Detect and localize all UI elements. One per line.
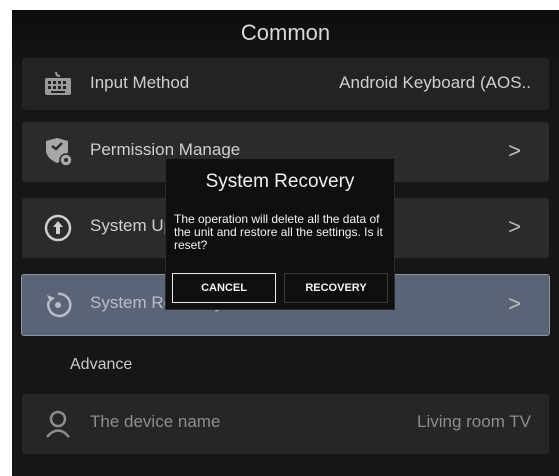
header: Common xyxy=(12,10,559,62)
restore-icon xyxy=(42,289,74,321)
page-title: Common xyxy=(240,20,331,45)
system-recovery-dialog: System Recovery The operation will delet… xyxy=(165,158,395,310)
setting-row-input-method[interactable]: Input Method Android Keyboard (AOS.. xyxy=(22,58,549,110)
cancel-button[interactable]: CANCEL xyxy=(172,273,276,303)
person-icon xyxy=(42,408,74,440)
chevron-right-icon: > xyxy=(508,138,521,163)
dialog-title: System Recovery xyxy=(205,171,355,192)
keyboard-icon xyxy=(42,68,74,100)
upload-arrow-icon xyxy=(42,212,74,244)
chevron-right-icon: > xyxy=(508,214,521,239)
chevron-right-icon: > xyxy=(508,291,521,316)
shield-gear-icon xyxy=(42,136,74,168)
dialog-message: The operation will delete all the data o… xyxy=(174,212,383,252)
input-method-label: Input Method xyxy=(90,73,190,92)
settings-screen: Common Input Method Android Keyboard (AO… xyxy=(12,10,559,476)
device-name-label: The device name xyxy=(90,412,221,431)
section-header-advance: Advance xyxy=(70,356,133,373)
recovery-button[interactable]: RECOVERY xyxy=(284,273,388,303)
input-method-value: Android Keyboard (AOS.. xyxy=(339,73,531,92)
device-name-value: Living room TV xyxy=(416,412,531,431)
permission-label: Permission Manage xyxy=(90,140,241,159)
setting-row-device-name[interactable]: The device name Living room TV xyxy=(22,394,549,454)
